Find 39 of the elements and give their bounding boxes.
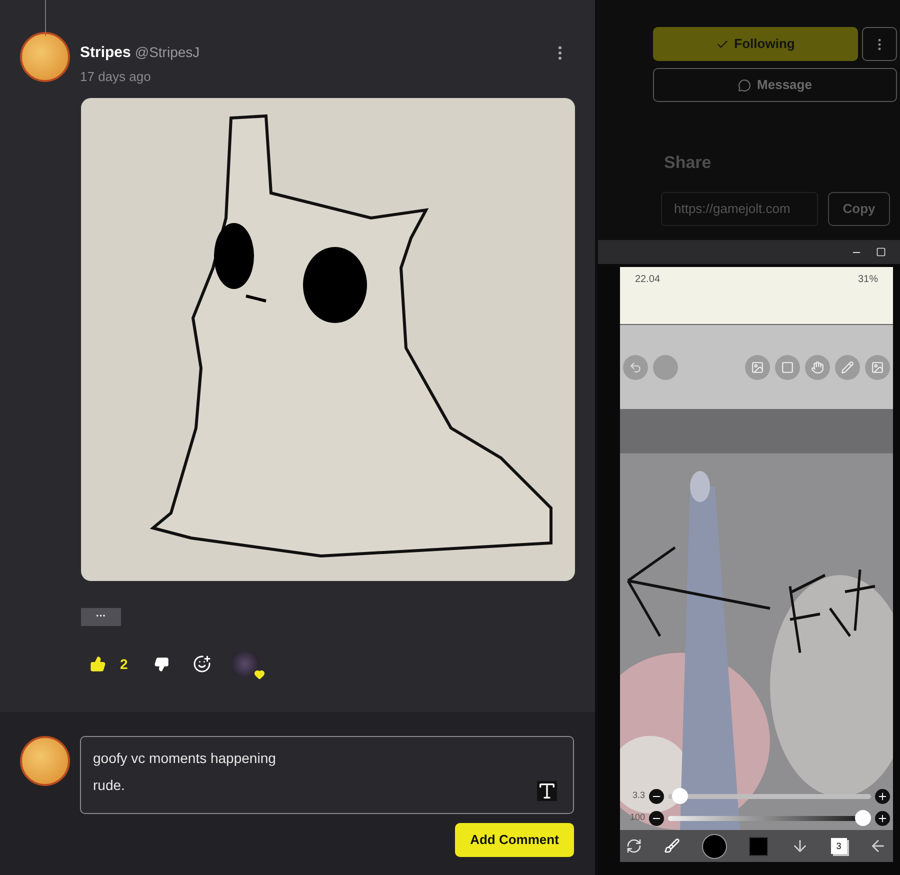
color-swatch[interactable] — [749, 836, 768, 856]
battery-level: 31% — [858, 273, 878, 287]
heart-icon — [254, 669, 265, 680]
image-icon — [871, 360, 884, 374]
image-icon — [751, 360, 764, 374]
square-icon — [781, 360, 794, 374]
share-heading: Share — [664, 152, 712, 174]
tag-button[interactable]: ··· — [81, 608, 121, 626]
comment-field[interactable]: goofy vc moments happening rude. — [80, 736, 574, 814]
reaction-avatar[interactable] — [230, 650, 259, 678]
avatar — [20, 736, 70, 786]
slider-track[interactable] — [668, 788, 871, 804]
maximize-icon[interactable] — [876, 247, 886, 257]
slider-reading: 100 — [628, 811, 645, 824]
avatar — [20, 32, 70, 82]
author-handle: @StripesJ — [134, 43, 200, 62]
undo-icon — [629, 360, 642, 374]
thumbs-down-icon[interactable] — [154, 656, 169, 672]
transform-icon[interactable] — [626, 838, 642, 854]
author-name[interactable]: Stripes — [80, 42, 131, 64]
status-time: 22.04 — [635, 273, 660, 287]
slider-track[interactable] — [668, 810, 871, 826]
message-button[interactable]: Message — [653, 68, 897, 102]
like-count: 2 — [120, 654, 128, 674]
check-icon — [716, 38, 730, 50]
comment-text: goofy vc moments happening — [93, 750, 276, 766]
post-time: 17 days ago — [80, 68, 152, 86]
text-format-icon[interactable] — [537, 781, 557, 801]
thumbs-up-icon[interactable] — [90, 656, 106, 672]
brush-icon[interactable] — [664, 838, 680, 854]
comment-text: rude. — [93, 777, 125, 793]
hand-icon — [811, 360, 824, 374]
slider-reading: 3.3 — [631, 789, 645, 802]
add-comment-button[interactable]: Add Comment — [455, 823, 574, 857]
layers-button[interactable]: 3 — [830, 838, 847, 854]
pencil-icon — [841, 360, 854, 374]
chat-icon — [738, 78, 752, 92]
add-reaction-icon[interactable] — [192, 655, 211, 673]
more-button[interactable] — [862, 27, 897, 61]
